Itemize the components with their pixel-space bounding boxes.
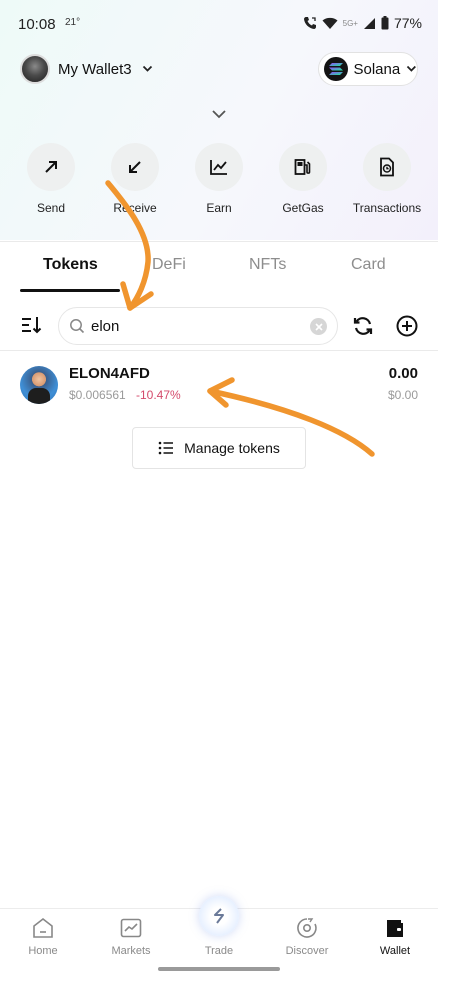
chart-line-icon	[195, 143, 243, 191]
token-change: -10.47%	[136, 388, 181, 402]
search-box[interactable]	[58, 307, 338, 345]
sort-icon[interactable]	[20, 314, 42, 336]
battery-percent: 77%	[393, 15, 422, 31]
arrow-up-right-icon	[27, 143, 75, 191]
earn-button[interactable]: Earn	[171, 143, 267, 215]
section-divider	[0, 241, 438, 242]
wallet-name: My Wallet3	[58, 60, 132, 78]
network-name: Solana	[353, 60, 401, 78]
receive-button[interactable]: Receive	[87, 143, 183, 215]
status-time: 10:08	[18, 16, 56, 33]
quick-actions: Send Receive Earn GetGas Transactions	[0, 143, 438, 223]
arrow-down-left-icon	[111, 143, 159, 191]
home-icon	[33, 917, 53, 938]
wallet-icon	[387, 920, 403, 937]
token-row[interactable]: ELON4AFD $0.006561 -10.47% 0.00 $0.00	[0, 352, 438, 414]
manage-tokens-button[interactable]: Manage tokens	[132, 427, 306, 469]
nav-home-label: Home	[28, 945, 58, 957]
send-button[interactable]: Send	[3, 143, 99, 215]
nav-markets-label: Markets	[111, 945, 151, 957]
wifi-icon	[322, 17, 338, 29]
nav-home[interactable]: Home	[3, 909, 83, 957]
token-price: $0.006561	[69, 388, 126, 402]
trade-button[interactable]	[199, 896, 239, 936]
search-input[interactable]	[91, 317, 291, 335]
document-clock-icon	[363, 143, 411, 191]
add-token-icon[interactable]	[395, 314, 419, 338]
receive-label: Receive	[113, 201, 157, 215]
trade-icon	[214, 908, 224, 924]
token-balance: 0.00	[388, 365, 418, 382]
search-icon	[70, 319, 85, 334]
close-icon	[314, 322, 323, 331]
markets-icon	[120, 918, 142, 938]
list-icon	[158, 441, 174, 455]
home-indicator	[158, 967, 280, 971]
nav-discover-label: Discover	[285, 945, 329, 957]
expand-chevron-icon[interactable]	[209, 106, 229, 122]
manage-tokens-label: Manage tokens	[184, 440, 280, 456]
token-name: ELON4AFD	[69, 365, 150, 382]
tab-nfts[interactable]: NFTs	[249, 256, 286, 274]
token-value: $0.00	[387, 388, 418, 402]
screen-edge	[438, 0, 450, 998]
nav-wallet-label: Wallet	[379, 945, 411, 957]
status-icons: 5G+ 77%	[303, 15, 422, 31]
solana-logo-icon	[324, 57, 348, 81]
refresh-icon[interactable]	[351, 314, 375, 338]
earn-label: Earn	[206, 201, 232, 215]
signal-icon	[363, 17, 375, 29]
list-divider	[0, 350, 438, 351]
network-selector[interactable]: Solana	[318, 52, 418, 86]
active-tab-indicator	[20, 289, 120, 292]
network-type: 5G+	[342, 18, 358, 28]
discover-icon	[297, 918, 317, 938]
nav-trade-label: Trade	[204, 945, 234, 957]
asset-tabs: Tokens DeFi NFTs Card	[0, 256, 438, 296]
transactions-label: Transactions	[352, 201, 422, 215]
nav-markets[interactable]: Markets	[91, 909, 171, 957]
chevron-down-icon	[407, 65, 417, 72]
chevron-down-icon	[142, 65, 152, 72]
send-label: Send	[36, 201, 66, 215]
fuel-pump-icon	[279, 143, 327, 191]
getgas-button[interactable]: GetGas	[255, 143, 351, 215]
token-logo	[20, 366, 58, 404]
wallet-avatar	[20, 54, 50, 84]
transactions-button[interactable]: Transactions	[339, 143, 435, 215]
status-bar: 10:08 21° 5G+ 77%	[18, 14, 422, 34]
getgas-label: GetGas	[282, 201, 324, 215]
wallet-selector[interactable]: My Wallet3	[20, 54, 153, 84]
battery-icon	[381, 16, 389, 30]
call-icon	[303, 17, 316, 29]
tab-defi[interactable]: DeFi	[152, 256, 186, 274]
tab-card[interactable]: Card	[351, 256, 386, 274]
tab-tokens[interactable]: Tokens	[43, 256, 98, 274]
nav-discover[interactable]: Discover	[267, 909, 347, 957]
nav-wallet[interactable]: Wallet	[355, 909, 435, 957]
clear-search-button[interactable]	[310, 318, 327, 335]
status-temperature: 21°	[65, 17, 81, 28]
